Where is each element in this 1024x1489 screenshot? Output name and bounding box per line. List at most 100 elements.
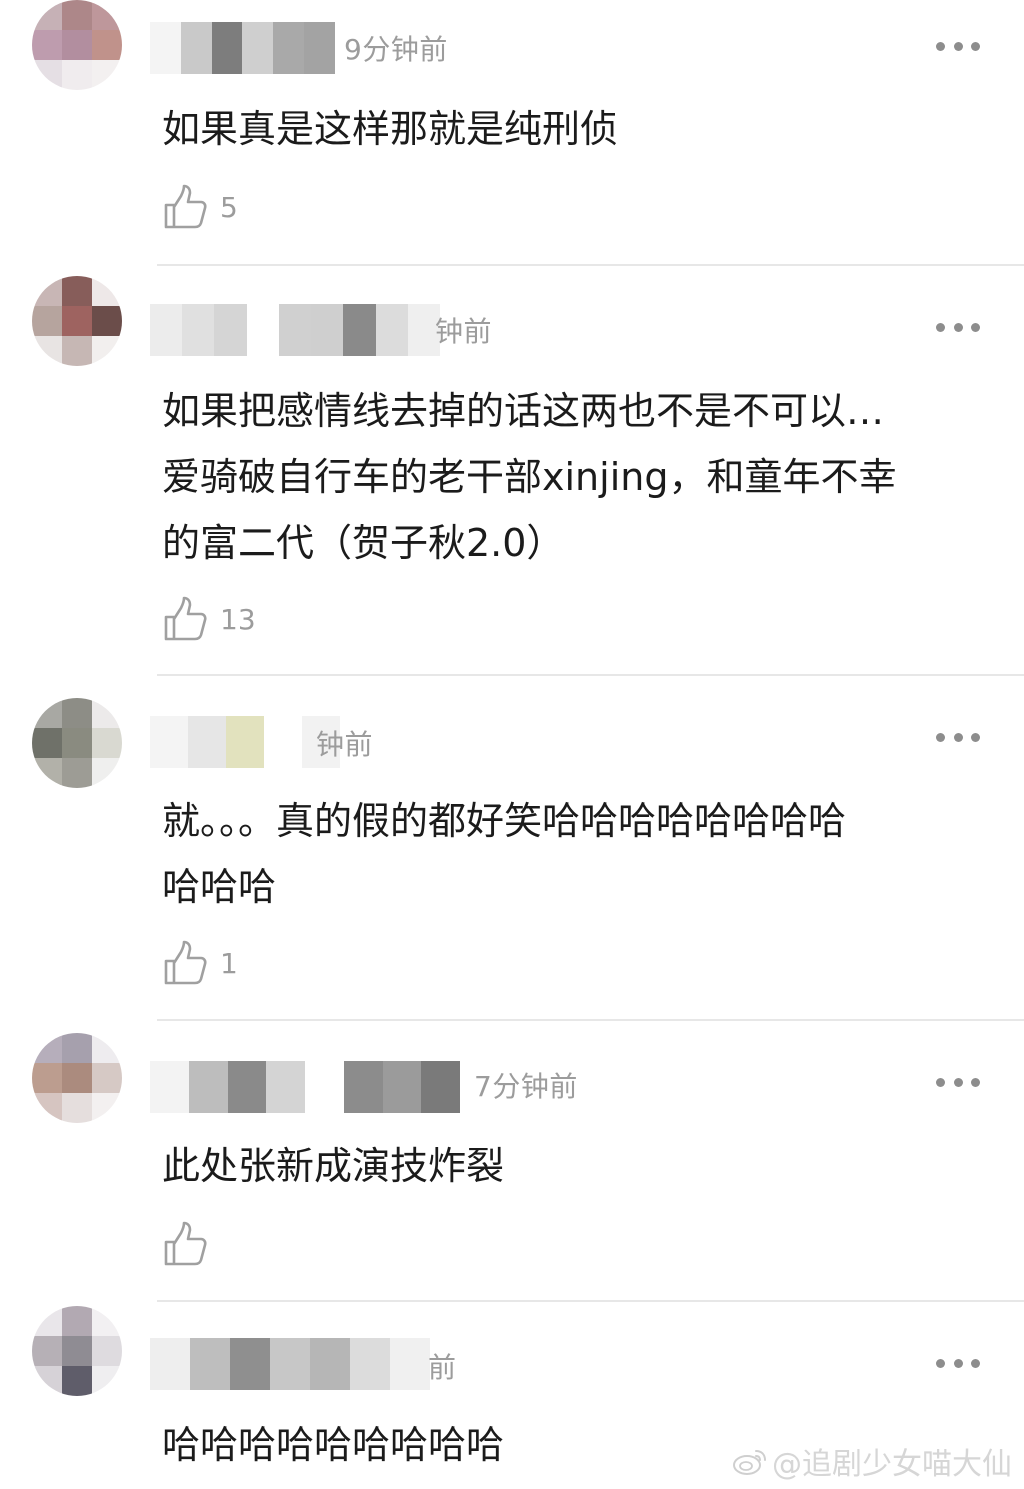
more-options-icon[interactable]: [936, 1357, 980, 1369]
like-count: 1: [220, 946, 238, 980]
username-pixel: [264, 716, 302, 768]
username-pixel: [150, 304, 183, 356]
avatar-pixel: [92, 276, 122, 306]
username-pixel: [150, 1061, 189, 1113]
comment-timestamp: 9分钟前: [344, 33, 448, 66]
username-blurred[interactable]: [150, 716, 340, 768]
avatar-pixel: [32, 1033, 62, 1063]
avatar-pixel: [62, 1366, 92, 1396]
comment-timestamp: 钟前: [316, 728, 374, 761]
username-pixel: [188, 1061, 228, 1113]
avatar-pixel: [62, 1093, 92, 1123]
username-pixel: [230, 1338, 270, 1390]
comment-item: 钟前 如果把感情线去掉的话这两也不是不可以… 爱骑破自行车的老干部xinjing…: [0, 266, 1024, 674]
username-pixel: [180, 22, 212, 74]
username-pixel: [310, 1338, 350, 1390]
username-pixel: [227, 1061, 267, 1113]
more-options-icon[interactable]: [936, 1076, 980, 1088]
avatar-pixel: [62, 758, 92, 788]
avatar-pixel: [32, 1336, 62, 1366]
comment-text: 就。。。真的假的都好笑哈哈哈哈哈哈哈哈 哈哈哈: [162, 799, 847, 909]
username-pixel: [150, 716, 188, 768]
comment-text: 此处张新成演技炸裂: [162, 1144, 505, 1188]
like-button[interactable]: 1: [162, 936, 238, 990]
username-pixel: [278, 304, 312, 356]
avatar-pixel: [62, 276, 92, 306]
watermark: @追剧少女喵大仙: [732, 1439, 1012, 1483]
username-pixel: [350, 1338, 390, 1390]
username-pixel: [266, 1061, 305, 1113]
avatar[interactable]: [32, 1306, 122, 1396]
avatar-pixel: [92, 698, 122, 728]
avatar-pixel: [92, 1063, 122, 1093]
avatar-pixel: [92, 30, 122, 60]
avatar-pixel: [62, 306, 92, 336]
username-pixel: [273, 22, 305, 74]
avatar-pixel: [32, 758, 62, 788]
thumbs-up-icon: [164, 184, 207, 229]
username-pixel: [246, 304, 279, 356]
avatar-pixel: [62, 1306, 92, 1336]
username-pixel: [311, 304, 344, 356]
avatar-pixel: [62, 30, 92, 60]
avatar-pixel: [92, 758, 122, 788]
comment-text: 如果真是这样那就是纯刑侦: [162, 107, 619, 151]
avatar-pixel: [92, 1366, 122, 1396]
avatar-pixel: [62, 698, 92, 728]
avatar-pixel: [92, 1306, 122, 1336]
more-options-icon[interactable]: [936, 731, 980, 743]
thumbs-up-icon: [164, 940, 207, 985]
comment-timestamp: 钟前: [435, 315, 493, 348]
avatar-pixel: [32, 336, 62, 366]
avatar-pixel: [92, 1093, 122, 1123]
thumbs-up-icon: [164, 1221, 207, 1266]
comment-item: 7分钟前 此处张新成演技炸裂: [0, 1021, 1024, 1299]
more-options-icon[interactable]: [936, 40, 980, 52]
comment-item: 9分钟前 如果真是这样那就是纯刑侦 5: [0, 0, 1024, 265]
comment-item: 钟前 就。。。真的假的都好笑哈哈哈哈哈哈哈哈 哈哈哈 1: [0, 676, 1024, 1018]
username-pixel: [211, 22, 243, 74]
avatar-pixel: [92, 1336, 122, 1366]
avatar-pixel: [62, 1336, 92, 1366]
username-pixel: [390, 1338, 430, 1390]
avatar-pixel: [92, 336, 122, 366]
username-blurred[interactable]: [150, 1338, 430, 1390]
like-button[interactable]: [162, 1217, 220, 1271]
avatar-pixel: [62, 728, 92, 758]
avatar[interactable]: [32, 276, 122, 366]
like-button[interactable]: 5: [162, 180, 238, 234]
username-pixel: [242, 22, 274, 74]
avatar-pixel: [32, 60, 62, 90]
comment-text: 如果把感情线去掉的话这两也不是不可以… 爱骑破自行车的老干部xinjing，和童…: [162, 389, 897, 565]
like-button[interactable]: 13: [162, 592, 256, 646]
avatar-pixel: [32, 306, 62, 336]
avatar-pixel: [32, 1366, 62, 1396]
username-blurred[interactable]: [150, 22, 335, 74]
username-blurred[interactable]: [150, 304, 440, 356]
username-blurred[interactable]: [150, 1061, 460, 1113]
avatar-pixel: [32, 728, 62, 758]
username-pixel: [343, 1061, 383, 1113]
username-pixel: [305, 1061, 344, 1113]
username-pixel: [188, 716, 226, 768]
avatar[interactable]: [32, 0, 122, 90]
username-pixel: [214, 304, 247, 356]
username-pixel: [375, 304, 408, 356]
avatar-pixel: [92, 728, 122, 758]
avatar-pixel: [32, 698, 62, 728]
username-pixel: [150, 22, 181, 74]
avatar-pixel: [62, 336, 92, 366]
avatar[interactable]: [32, 698, 122, 788]
avatar[interactable]: [32, 1033, 122, 1123]
avatar-pixel: [92, 306, 122, 336]
username-pixel: [270, 1338, 310, 1390]
more-options-icon[interactable]: [936, 321, 980, 333]
watermark-text: @追剧少女喵大仙: [772, 1447, 1012, 1482]
comment-timestamp: 7分钟前: [474, 1070, 578, 1103]
username-pixel: [182, 304, 215, 356]
avatar-pixel: [92, 1033, 122, 1063]
avatar-pixel: [32, 276, 62, 306]
username-pixel: [304, 22, 335, 74]
username-pixel: [382, 1061, 422, 1113]
avatar-pixel: [92, 0, 122, 30]
